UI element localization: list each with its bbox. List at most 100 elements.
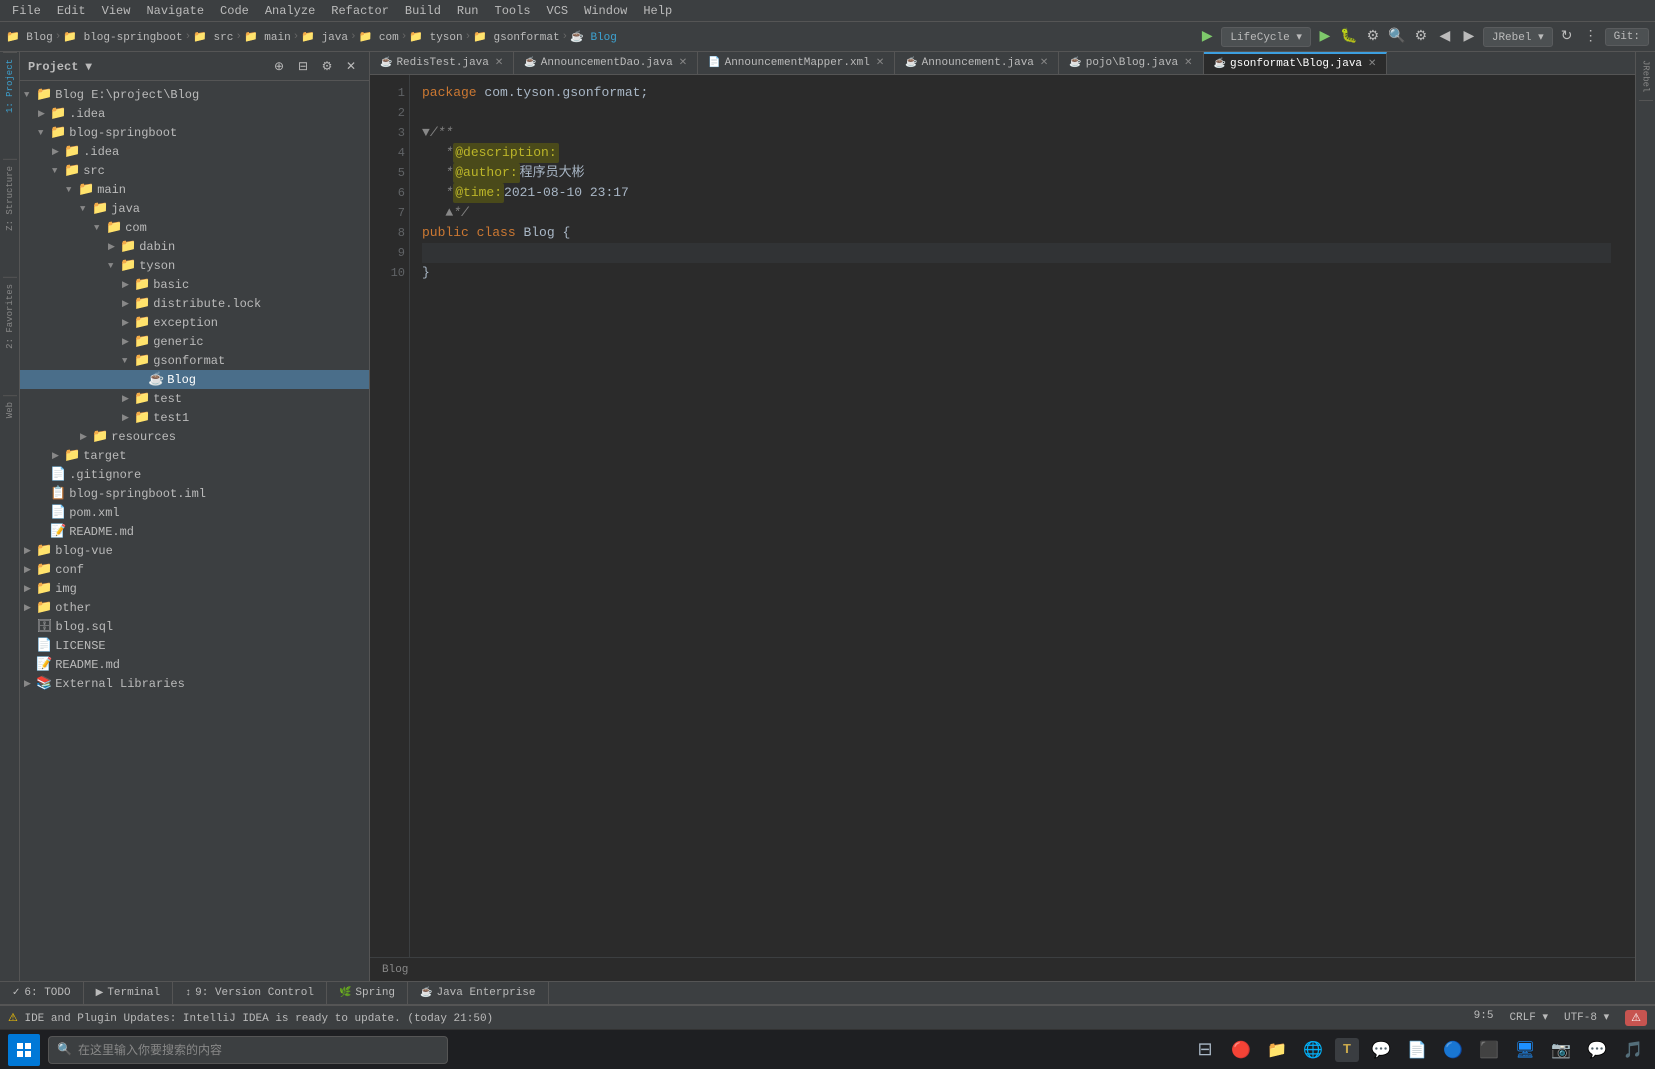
status-error-badge[interactable]: ⚠ xyxy=(1625,1010,1647,1026)
breadcrumb-blog-file[interactable]: ☕ Blog xyxy=(570,30,617,44)
menu-vcs[interactable]: VCS xyxy=(539,2,577,20)
tree-item-pom-xml[interactable]: 📄pom.xml xyxy=(20,503,369,522)
tab-announcement[interactable]: ☕ Announcement.java ✕ xyxy=(895,52,1059,74)
tree-item-conf[interactable]: ▶📁conf xyxy=(20,560,369,579)
menu-analyze[interactable]: Analyze xyxy=(257,2,323,20)
menu-view[interactable]: View xyxy=(94,2,139,20)
tree-item-target[interactable]: ▶📁target xyxy=(20,446,369,465)
breadcrumb-tyson[interactable]: 📁 tyson xyxy=(409,30,462,44)
tree-item-idea[interactable]: ▶📁.idea xyxy=(20,104,369,123)
menu-code[interactable]: Code xyxy=(212,2,257,20)
arrow-right-icon[interactable]: ▶ xyxy=(1459,27,1479,47)
taskbar-icon-idea[interactable]: 🔴 xyxy=(1227,1036,1255,1064)
code-editor[interactable]: package com.tyson.gsonformat; ▼ /** * @d… xyxy=(410,75,1623,957)
settings-icon[interactable]: ⚙ xyxy=(1411,27,1431,47)
tab-announcementdao-close[interactable]: ✕ xyxy=(679,57,687,69)
refresh-icon[interactable]: ↻ xyxy=(1557,27,1577,47)
taskbar-icon-folder[interactable]: 📁 xyxy=(1263,1036,1291,1064)
right-tab-jrebel[interactable]: JRebel xyxy=(1639,52,1653,101)
fold-icon-2[interactable]: ▲ xyxy=(445,203,453,223)
bottom-tab-todo[interactable]: ✓ 6: TODO xyxy=(0,982,84,1004)
tree-item-blog-springboot-iml[interactable]: 📋blog-springboot.iml xyxy=(20,484,369,503)
tree-item-blog-root[interactable]: ▼📁Blog E:\project\Blog xyxy=(20,85,369,104)
tab-announcement-close[interactable]: ✕ xyxy=(1040,57,1048,69)
taskbar-icon-type[interactable]: T xyxy=(1335,1038,1359,1062)
tree-item-blog-springboot[interactable]: ▼📁blog-springboot xyxy=(20,123,369,142)
tab-announcementmapper[interactable]: 📄 AnnouncementMapper.xml ✕ xyxy=(698,52,895,74)
lifecycle-button[interactable]: LifeCycle ▾ xyxy=(1221,27,1311,47)
tree-item-readme[interactable]: 📝README.md xyxy=(20,522,369,541)
taskbar-icon-chat[interactable]: 💬 xyxy=(1367,1036,1395,1064)
taskbar-icon-red[interactable]: 🎵 xyxy=(1619,1036,1647,1064)
tree-item-readme2[interactable]: 📝README.md xyxy=(20,655,369,674)
menu-edit[interactable]: Edit xyxy=(49,2,94,20)
project-settings-icon[interactable]: ⚙ xyxy=(317,56,337,76)
breadcrumb-springboot[interactable]: 📁 blog-springboot xyxy=(63,30,182,44)
git-button[interactable]: Git: xyxy=(1605,28,1649,46)
taskbar-icon-1[interactable]: ⊟ xyxy=(1191,1036,1219,1064)
menu-run[interactable]: Run xyxy=(449,2,487,20)
tree-item-basic[interactable]: ▶📁basic xyxy=(20,275,369,294)
tree-item-resources[interactable]: ▶📁resources xyxy=(20,427,369,446)
breadcrumb-blog[interactable]: 📁 Blog xyxy=(6,30,53,44)
bottom-tab-vcs[interactable]: ↕ 9: Version Control xyxy=(173,982,327,1004)
breadcrumb-com[interactable]: 📁 com xyxy=(359,30,399,44)
project-collapse-icon[interactable]: ⊟ xyxy=(293,56,313,76)
tree-item-src[interactable]: ▼📁src xyxy=(20,161,369,180)
coverage-icon[interactable]: ⚙ xyxy=(1363,27,1383,47)
taskbar-icon-wechat[interactable]: 💬 xyxy=(1583,1036,1611,1064)
tree-item-other[interactable]: ▶📁other xyxy=(20,598,369,617)
tab-redistest-close[interactable]: ✕ xyxy=(495,57,503,69)
jrebel-button[interactable]: JRebel ▾ xyxy=(1483,27,1553,47)
tree-item-idea2[interactable]: ▶📁.idea xyxy=(20,142,369,161)
menu-tools[interactable]: Tools xyxy=(487,2,539,20)
tab-pojoblog[interactable]: ☕ pojo\Blog.java ✕ xyxy=(1059,52,1203,74)
taskbar-icon-green[interactable]: 🔵 xyxy=(1439,1036,1467,1064)
breadcrumb-src[interactable]: 📁 src xyxy=(193,30,233,44)
menu-build[interactable]: Build xyxy=(397,2,449,20)
tree-item-blog-sql[interactable]: 🗄blog.sql xyxy=(20,617,369,636)
fold-icon[interactable]: ▼ xyxy=(422,123,430,143)
menu-window[interactable]: Window xyxy=(576,2,635,20)
left-tab-project[interactable]: 1: Project xyxy=(3,52,17,119)
arrow-left-icon[interactable]: ◀ xyxy=(1435,27,1455,47)
menu-refactor[interactable]: Refactor xyxy=(323,2,397,20)
tree-item-license[interactable]: 📄LICENSE xyxy=(20,636,369,655)
tab-announcementmapper-close[interactable]: ✕ xyxy=(876,57,884,69)
tree-item-generic[interactable]: ▶📁generic xyxy=(20,332,369,351)
project-close-icon[interactable]: ✕ xyxy=(341,56,361,76)
tab-gsonformatblog[interactable]: ☕ gsonformat\Blog.java ✕ xyxy=(1204,52,1388,74)
breadcrumb-main[interactable]: 📁 main xyxy=(244,30,291,44)
tree-item-exception[interactable]: ▶📁exception xyxy=(20,313,369,332)
bottom-tab-spring[interactable]: 🌿 Spring xyxy=(327,982,408,1004)
taskbar-icon-pdf[interactable]: 📄 xyxy=(1403,1036,1431,1064)
run-green-icon[interactable]: ▶ xyxy=(1315,27,1335,47)
run-icon[interactable]: ▶ xyxy=(1197,27,1217,47)
tree-item-tyson[interactable]: ▼📁tyson xyxy=(20,256,369,275)
status-position[interactable]: 9:5 xyxy=(1474,1010,1494,1026)
taskbar-icon-terminal[interactable]: ⬛ xyxy=(1475,1036,1503,1064)
tree-item-blog-file[interactable]: ☕Blog xyxy=(20,370,369,389)
tree-item-distribute-lock[interactable]: ▶📁distribute.lock xyxy=(20,294,369,313)
bottom-tab-terminal[interactable]: ▶ Terminal xyxy=(84,982,174,1004)
tab-redistest[interactable]: ☕ RedisTest.java ✕ xyxy=(370,52,514,74)
tree-item-test1[interactable]: ▶📁test1 xyxy=(20,408,369,427)
tab-gsonformatblog-close[interactable]: ✕ xyxy=(1368,58,1376,70)
tree-item-com[interactable]: ▼📁com xyxy=(20,218,369,237)
left-tab-web[interactable]: Web xyxy=(3,395,17,424)
tree-item-img[interactable]: ▶📁img xyxy=(20,579,369,598)
taskbar-search[interactable]: 🔍 在这里输入你要搜索的内容 xyxy=(48,1036,448,1064)
taskbar-icon-browser[interactable]: 🖥 xyxy=(1511,1036,1539,1064)
tree-item-java[interactable]: ▼📁java xyxy=(20,199,369,218)
taskbar-icon-blue[interactable]: 📷 xyxy=(1547,1036,1575,1064)
tree-item-gitignore[interactable]: 📄.gitignore xyxy=(20,465,369,484)
status-crlf[interactable]: CRLF ▾ xyxy=(1509,1010,1548,1026)
tree-item-dabin[interactable]: ▶📁dabin xyxy=(20,237,369,256)
menu-file[interactable]: File xyxy=(4,2,49,20)
tree-item-test[interactable]: ▶📁test xyxy=(20,389,369,408)
search-icon[interactable]: 🔍 xyxy=(1387,27,1407,47)
tab-announcementdao[interactable]: ☕ AnnouncementDao.java ✕ xyxy=(514,52,698,74)
start-button[interactable] xyxy=(8,1034,40,1066)
status-message-text[interactable]: IDE and Plugin Updates: IntelliJ IDEA is… xyxy=(24,1013,493,1025)
left-tab-favorites[interactable]: 2: Favorites xyxy=(3,277,17,355)
